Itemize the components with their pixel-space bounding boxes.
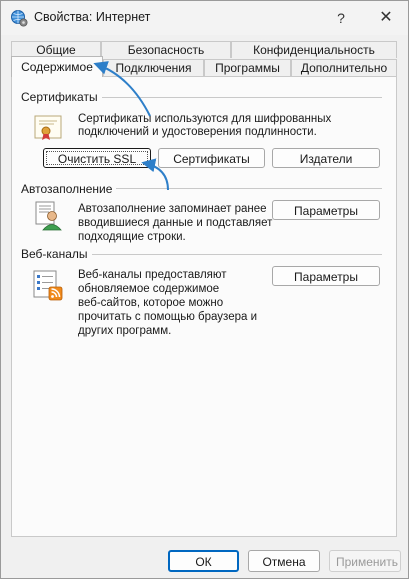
window-title: Свойства: Интернет xyxy=(34,10,151,24)
autocomplete-description-line2: вводившиеся данные и подставляет xyxy=(78,217,273,229)
publishers-button[interactable]: Издатели xyxy=(272,148,380,168)
autocomplete-description-line3: подходящие строки. xyxy=(78,231,186,243)
close-button[interactable]: ✕ xyxy=(371,6,401,30)
clear-ssl-button[interactable]: Очистить SSL xyxy=(43,148,151,168)
internet-properties-window: Свойства: Интернет ? ✕ Общие Безопасност… xyxy=(0,0,409,579)
autocomplete-description-line1: Автозаполнение запоминает ранее xyxy=(78,203,267,215)
feeds-description-line2: обновляемое содержимое xyxy=(78,283,220,295)
help-button[interactable]: ? xyxy=(328,6,354,30)
apply-button[interactable]: Применить xyxy=(329,550,401,572)
certificates-group-label: Сертификаты xyxy=(21,90,102,104)
feeds-group-label: Веб-каналы xyxy=(21,247,92,261)
tab-programs[interactable]: Программы xyxy=(204,59,291,76)
title-bar: Свойства: Интернет ? ✕ xyxy=(1,1,408,35)
feeds-description-line1: Веб-каналы предоставляют xyxy=(78,269,227,281)
tab-privacy[interactable]: Конфиденциальность xyxy=(231,41,397,58)
feeds-settings-button[interactable]: Параметры xyxy=(272,266,380,286)
ok-button[interactable]: ОК xyxy=(168,550,239,572)
tab-content[interactable]: Содержимое xyxy=(11,56,103,77)
globe-settings-icon xyxy=(11,10,28,27)
certificates-description-line2: подключений и удостоверения подлинности. xyxy=(78,126,317,138)
tab-connections[interactable]: Подключения xyxy=(103,59,204,76)
certificates-button[interactable]: Сертификаты xyxy=(158,148,265,168)
tab-advanced[interactable]: Дополнительно xyxy=(291,59,397,76)
feeds-description-line3: веб-сайтов, которое можно xyxy=(78,297,224,309)
certificate-icon xyxy=(34,115,62,140)
feeds-description-line5: других программ. xyxy=(78,325,172,337)
autocomplete-user-icon xyxy=(35,201,62,231)
autocomplete-group-label: Автозаполнение xyxy=(21,182,117,196)
tab-security[interactable]: Безопасность xyxy=(101,41,231,58)
feeds-description-line4: прочитать с помощью браузера и xyxy=(78,311,258,323)
autocomplete-settings-button[interactable]: Параметры xyxy=(272,200,380,220)
rss-feed-icon xyxy=(33,270,63,301)
cancel-button[interactable]: Отмена xyxy=(248,550,320,572)
